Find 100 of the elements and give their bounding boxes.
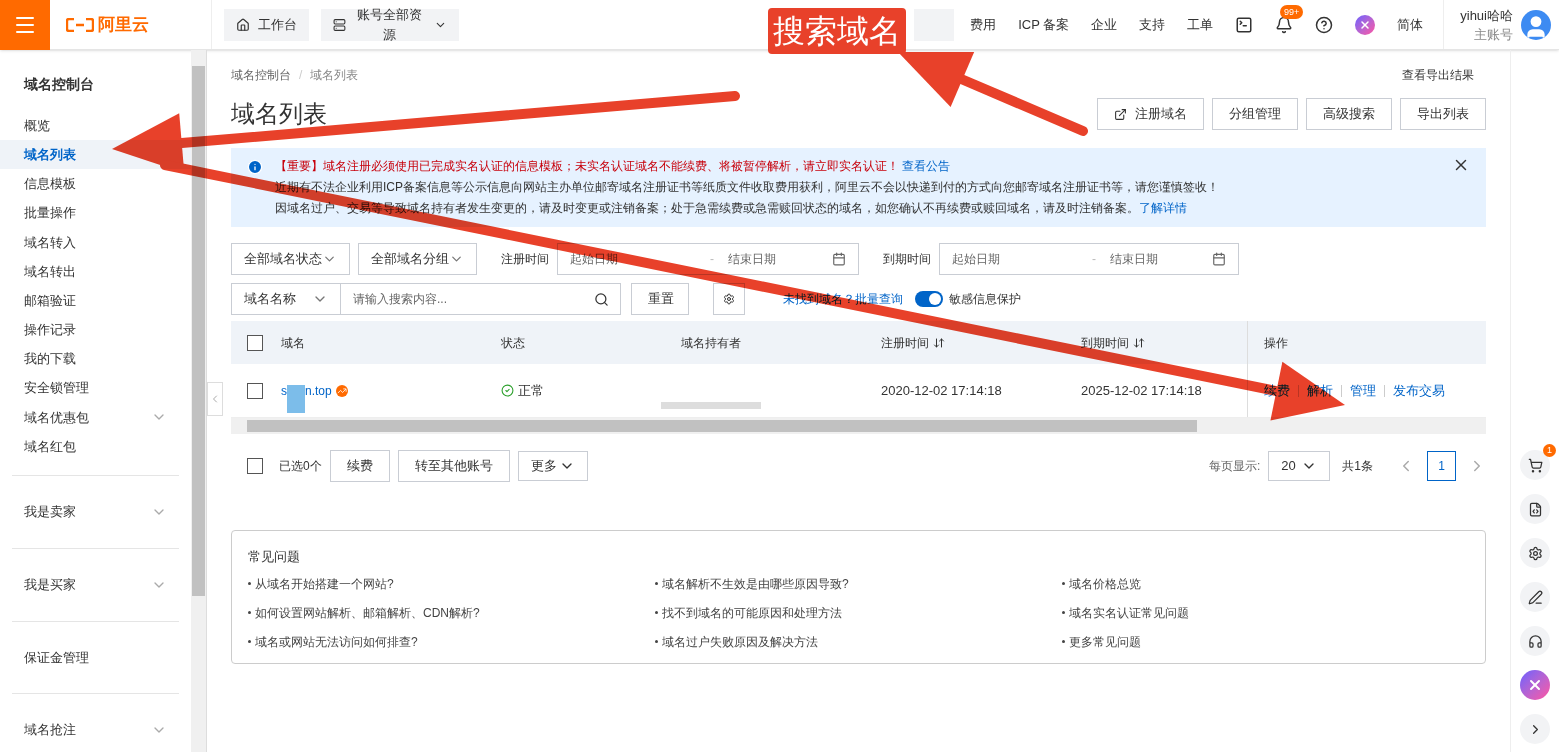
transfer-button[interactable]: 转至其他账号 [397, 450, 510, 482]
avatar[interactable] [1521, 9, 1551, 40]
sidebar-group[interactable]: 我是买家 [12, 547, 179, 607]
faq-link[interactable]: 域名实名认证常见问题 [1062, 603, 1469, 622]
search-type-dropdown[interactable]: 域名名称 [231, 283, 341, 315]
sidebar-group[interactable]: 我是卖家 [12, 475, 179, 534]
settings-icon [723, 293, 735, 305]
faq-link[interactable]: 域名或网站无法访问如何排查? [248, 632, 655, 651]
search-icon[interactable] [594, 291, 609, 307]
assistant-icon[interactable] [1355, 14, 1376, 35]
pen-icon [1527, 589, 1543, 605]
notice-link[interactable]: 查看公告 [902, 159, 951, 173]
sidebar-item[interactable]: 批量操作 [0, 198, 191, 228]
sidebar-group[interactable]: 保证金管理 [12, 620, 179, 680]
sort-icon[interactable] [933, 336, 945, 349]
faq-link[interactable]: 如何设置网站解析、邮箱解析、CDN解析? [248, 603, 655, 622]
renew-button[interactable]: 续费 [329, 450, 390, 482]
checkbox[interactable] [247, 458, 263, 474]
settings-icon [1527, 545, 1543, 561]
logo-text: 阿里云 [98, 13, 149, 36]
reset-button[interactable]: 重置 [631, 283, 689, 315]
faq-link[interactable]: 更多常见问题 [1062, 632, 1469, 651]
sidebar-item[interactable]: 域名转出 [0, 256, 191, 287]
sidebar-scrollbar[interactable] [191, 50, 207, 752]
row-action-link[interactable]: 发布交易 [1393, 380, 1445, 401]
action-button[interactable]: 导出列表 [1400, 98, 1486, 130]
checkbox[interactable] [247, 382, 263, 399]
checkbox[interactable] [247, 334, 263, 351]
external-link-icon [1114, 107, 1127, 121]
sidebar-item[interactable]: 我的下载 [0, 344, 191, 374]
calendar-icon [1212, 252, 1226, 266]
top-nav-link[interactable]: 支持 [1139, 14, 1166, 35]
sidebar-item[interactable]: 域名优惠包 [0, 402, 191, 432]
sidebar-title: 域名控制台 [22, 75, 95, 94]
code-button[interactable] [1520, 494, 1550, 524]
sidebar-group[interactable]: 域名抢注 [12, 693, 179, 752]
sidebar-item[interactable]: 安全锁管理 [0, 373, 191, 403]
domain-link[interactable]: s n.top [281, 368, 332, 413]
column-header: 域名 [281, 334, 306, 352]
assistant-button[interactable] [1520, 670, 1550, 700]
action-button[interactable]: 注册域名 [1097, 98, 1204, 130]
more-dropdown[interactable]: 更多 [517, 451, 588, 481]
sidebar-item[interactable]: 信息模板 [0, 169, 191, 199]
annotation-label: 搜索域名 [768, 8, 906, 54]
page-button[interactable]: 1 [1427, 451, 1456, 481]
sidebar-item[interactable]: 邮箱验证 [0, 286, 191, 316]
settings-button[interactable] [1520, 538, 1550, 568]
faq-link[interactable]: 域名解析不生效是由哪些原因导致? [655, 574, 1062, 593]
terminal-icon[interactable] [1235, 15, 1254, 34]
resources-dropdown[interactable]: 账号全部资源 [321, 8, 459, 41]
row-action-link[interactable]: 续费 [1264, 380, 1290, 401]
status-dropdown[interactable]: 全部域名状态 [231, 243, 350, 275]
date-range-field[interactable]: 起始日期 - 结束日期 [939, 243, 1239, 275]
filter-label: 到期时间 [883, 251, 931, 268]
top-nav-link[interactable]: 企业 [1091, 14, 1118, 35]
action-button[interactable]: 高级搜索 [1306, 98, 1392, 130]
faq-title: 常见问题 [248, 548, 301, 566]
edit-button[interactable] [1520, 582, 1550, 612]
language-link[interactable]: 简体 [1397, 14, 1424, 35]
info-icon [247, 159, 263, 175]
row-action-link[interactable]: 管理 [1350, 380, 1376, 401]
cart-icon [1527, 457, 1543, 473]
top-nav-link[interactable]: ICP 备案 [1018, 14, 1070, 35]
sidebar-item[interactable]: 概览 [0, 111, 191, 141]
per-page-dropdown[interactable]: 20 [1268, 451, 1331, 481]
settings-button[interactable] [713, 283, 745, 315]
breadcrumb-separator: / [299, 67, 303, 84]
table-cell-text: 2020-12-02 17:14:18 [881, 381, 1003, 400]
action-button[interactable]: 分组管理 [1212, 98, 1298, 130]
notice-link[interactable]: 了解详情 [1139, 201, 1187, 215]
workbench-button[interactable]: 工作台 [224, 8, 309, 41]
support-button[interactable] [1520, 626, 1550, 656]
range-separator: - [710, 251, 714, 268]
range-separator: - [1092, 251, 1096, 268]
sidebar-item[interactable]: 域名转入 [0, 227, 191, 257]
search-field[interactable]: 请输入搜索内容... [341, 283, 621, 315]
headset-icon [1527, 633, 1543, 649]
top-nav-link[interactable]: 费用 [970, 14, 997, 35]
notification-icon[interactable] [1275, 15, 1294, 34]
sidebar-item[interactable]: 操作记录 [0, 315, 191, 345]
export-results-link[interactable]: 查看导出结果 [1402, 66, 1474, 84]
breadcrumb-current: 域名列表 [310, 67, 359, 84]
total-count: 共1条 [1342, 458, 1373, 475]
menu-button[interactable] [0, 0, 50, 50]
sensitive-toggle[interactable] [915, 291, 943, 307]
user-name: yihui哈哈 [1460, 6, 1513, 25]
faq-link[interactable]: 域名过户失败原因及解决方法 [655, 632, 1062, 651]
sidebar-item[interactable]: 域名红包 [0, 431, 191, 462]
faq-link[interactable]: 域名价格总览 [1062, 574, 1469, 593]
toggle-label: 敏感信息保护 [949, 291, 1021, 308]
top-nav-link[interactable]: 工单 [1187, 14, 1214, 35]
horizontal-scrollbar[interactable] [231, 418, 1486, 434]
server-icon [333, 17, 346, 32]
breadcrumb-link[interactable]: 域名控制台 [231, 66, 291, 84]
faq-link[interactable]: 从域名开始搭建一个网站? [248, 574, 655, 593]
home-icon [236, 17, 250, 32]
group-dropdown[interactable]: 全部域名分组 [358, 243, 477, 275]
faq-link[interactable]: 找不到域名的可能原因和处理方法 [655, 603, 1062, 622]
help-icon[interactable] [1315, 15, 1334, 34]
sort-icon[interactable] [1133, 336, 1145, 349]
